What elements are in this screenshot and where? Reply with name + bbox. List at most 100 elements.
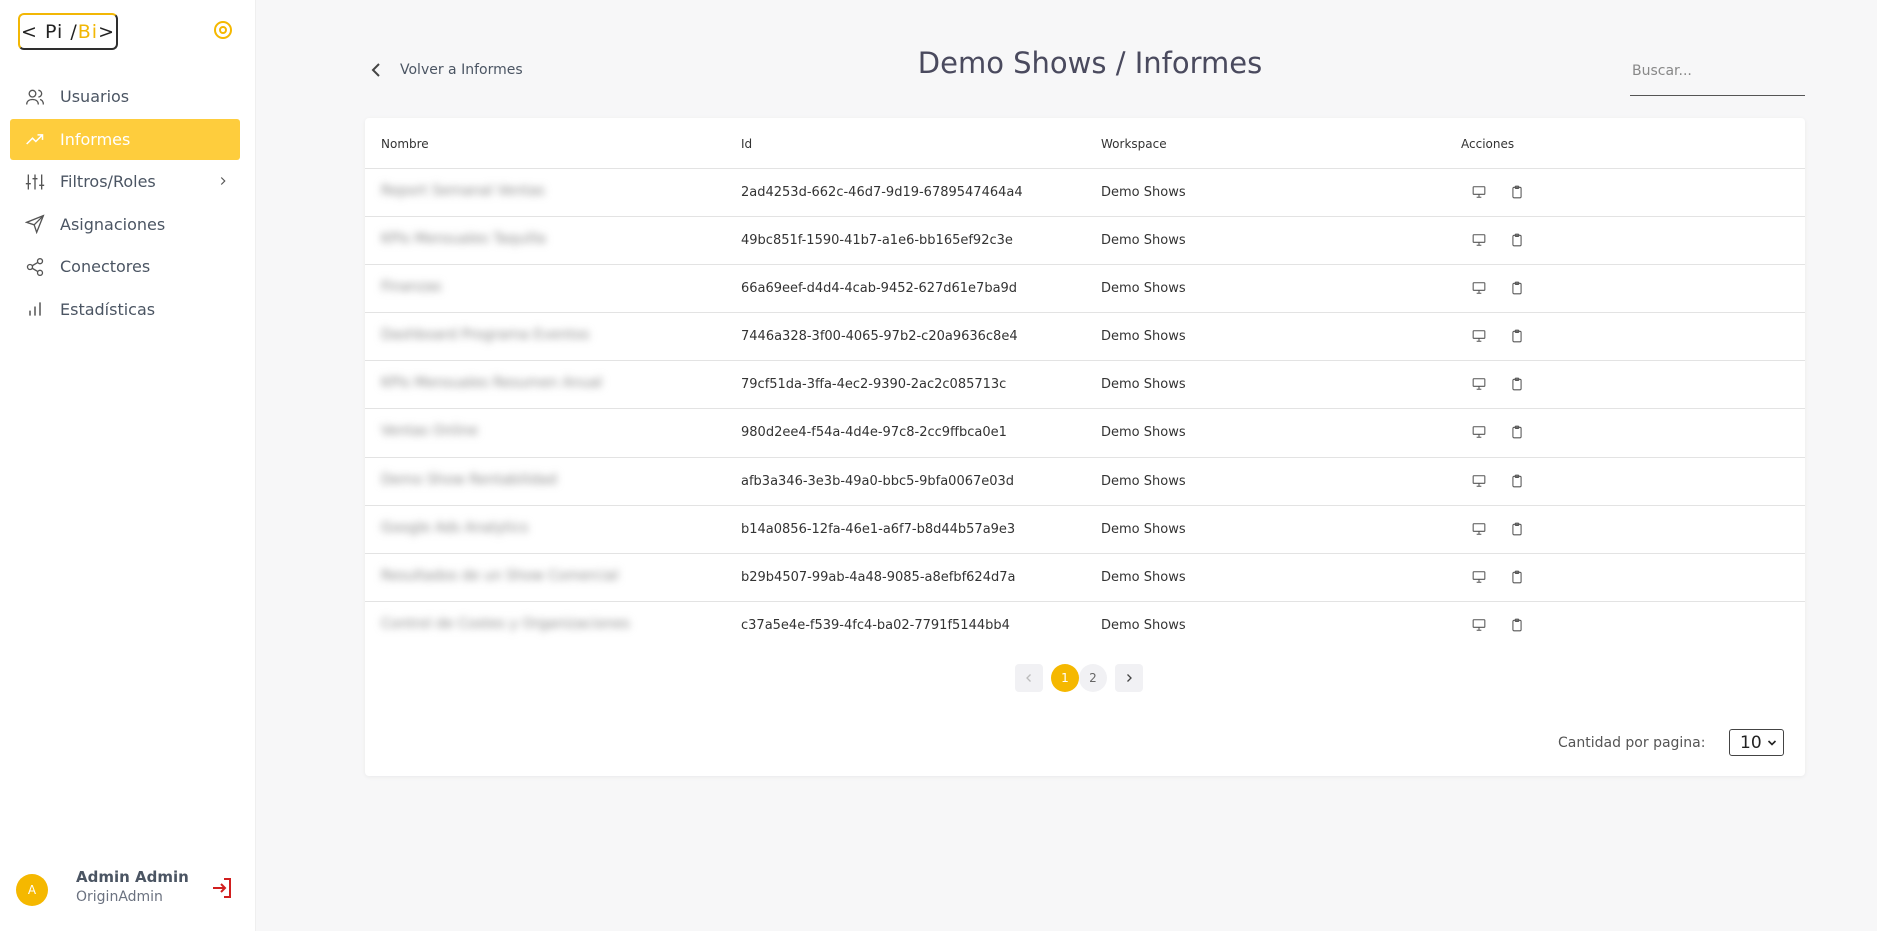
- report-id: 49bc851f-1590-41b7-a1e6-bb165ef92c3e: [741, 233, 1013, 249]
- sidebar-item-asignaciones[interactable]: Asignaciones: [10, 204, 240, 245]
- table-row[interactable]: Control de Costes y Organizaciones c37a5e…: [365, 602, 1805, 650]
- table-row[interactable]: KPIs Mensuales Taquilla 49bc851f-1590-41b…: [365, 217, 1805, 266]
- target-settings-icon[interactable]: [213, 20, 233, 40]
- clipboard-icon[interactable]: [1509, 231, 1525, 249]
- chevron-down-icon: [1767, 740, 1777, 746]
- back-to-informes-link[interactable]: Volver a Informes: [370, 62, 523, 78]
- clipboard-icon[interactable]: [1509, 616, 1525, 634]
- report-id: c37a5e4e-f539-4fc4-ba02-7791f5144bb4: [741, 617, 1010, 633]
- monitor-icon[interactable]: [1471, 616, 1487, 634]
- report-id: 79cf51da-3ffa-4ec2-9390-2ac2c085713c: [741, 377, 1007, 393]
- monitor-icon[interactable]: [1471, 231, 1487, 249]
- report-name: Finanzas: [381, 279, 442, 296]
- next-page-button[interactable]: [1115, 664, 1143, 692]
- page-2-button[interactable]: 2: [1079, 664, 1107, 692]
- table-row[interactable]: Resultados de un Show Comercial b29b4507-…: [365, 554, 1805, 602]
- sidebar-item-filtros-roles[interactable]: Filtros/Roles: [10, 161, 240, 202]
- clipboard-icon[interactable]: [1509, 568, 1525, 586]
- row-actions: [1471, 231, 1525, 249]
- sidebar-item-label: Estadísticas: [60, 299, 156, 319]
- logo-right-text: >: [98, 20, 115, 43]
- logo-bi-text: Bi: [77, 20, 99, 43]
- clipboard-icon[interactable]: [1509, 472, 1525, 490]
- per-page-select[interactable]: 10: [1729, 729, 1784, 756]
- clipboard-icon[interactable]: [1509, 423, 1525, 441]
- report-name: Ventas Online: [381, 423, 478, 440]
- monitor-icon[interactable]: [1471, 472, 1487, 490]
- sidebar-item-informes[interactable]: Informes: [10, 118, 240, 160]
- chevron-right-icon: [216, 173, 230, 192]
- sidebar-item-usuarios[interactable]: Usuarios: [10, 76, 240, 117]
- page-title: Demo Shows / Informes: [917, 46, 1263, 80]
- app-logo[interactable]: < Pi / Bi >: [18, 13, 118, 50]
- table-row[interactable]: KPIs Mensuales Resumen Anual 79cf51da-3ff…: [365, 361, 1805, 410]
- logout-icon[interactable]: [210, 876, 234, 900]
- logo-left-text: < Pi /: [21, 20, 78, 43]
- monitor-icon[interactable]: [1471, 423, 1487, 441]
- table-row[interactable]: Dashboard Programa Eventos 7446a328-3f00-…: [365, 313, 1805, 362]
- monitor-icon[interactable]: [1471, 327, 1487, 345]
- row-actions: [1471, 375, 1525, 393]
- sidebar-item-label: Informes: [60, 129, 131, 149]
- report-id: b29b4507-99ab-4a48-9085-a8efbf624d7a: [741, 569, 1016, 585]
- reports-table-card: Nombre Id Workspace Acciones Report Sema…: [365, 118, 1805, 776]
- clipboard-icon[interactable]: [1509, 183, 1525, 201]
- monitor-icon[interactable]: [1471, 279, 1487, 297]
- page-1-button[interactable]: 1: [1051, 664, 1079, 692]
- back-label: Volver a Informes: [400, 62, 523, 78]
- report-name: Resultados de un Show Comercial: [381, 567, 619, 584]
- monitor-icon[interactable]: [1471, 568, 1487, 586]
- monitor-icon[interactable]: [1471, 375, 1487, 393]
- clipboard-icon[interactable]: [1509, 327, 1525, 345]
- table-row[interactable]: Ventas Online 980d2ee4-f54a-4d4e-97c8-2cc…: [365, 409, 1805, 458]
- clipboard-icon[interactable]: [1509, 279, 1525, 297]
- report-name: Demo Show Rentabilidad: [381, 471, 557, 488]
- user-panel: A Admin Admin OriginAdmin: [16, 868, 246, 912]
- row-actions: [1471, 472, 1525, 490]
- bar-chart-icon: [24, 298, 46, 320]
- per-page-label: Cantidad por pagina:: [1558, 735, 1706, 751]
- share-icon: [24, 256, 46, 278]
- table-row[interactable]: Google Ads Analytics b14a0856-12fa-46e1-a…: [365, 506, 1805, 554]
- pagination: 1 2: [1015, 664, 1143, 692]
- report-workspace: Demo Shows: [1101, 377, 1186, 393]
- monitor-icon[interactable]: [1471, 183, 1487, 201]
- sidebar-item-label: Filtros/Roles: [60, 172, 156, 191]
- monitor-icon[interactable]: [1471, 520, 1487, 538]
- report-workspace: Demo Shows: [1101, 329, 1186, 345]
- sidebar-item-conectores[interactable]: Conectores: [10, 246, 240, 287]
- avatar[interactable]: A: [16, 874, 48, 906]
- column-header-acciones: Acciones: [1461, 137, 1515, 151]
- report-id: 7446a328-3f00-4065-97b2-c20a9636c8e4: [741, 329, 1018, 345]
- sliders-icon: [24, 171, 46, 193]
- users-icon: [24, 86, 46, 108]
- table-row[interactable]: Finanzas 66a69eef-d4d4-4cab-9452-627d61e7…: [365, 265, 1805, 314]
- report-workspace: Demo Shows: [1101, 185, 1186, 200]
- report-workspace: Demo Shows: [1101, 281, 1186, 297]
- trending-up-icon: [24, 128, 46, 150]
- report-id: 980d2ee4-f54a-4d4e-97c8-2cc9ffbca0e1: [741, 425, 1007, 441]
- table-header: Nombre Id Workspace Acciones: [365, 118, 1805, 169]
- column-header-id: Id: [741, 137, 753, 151]
- search-input[interactable]: [1630, 58, 1805, 96]
- report-id: 66a69eef-d4d4-4cab-9452-627d61e7ba9d: [741, 281, 1018, 297]
- row-actions: [1471, 568, 1525, 586]
- column-header-nombre: Nombre: [381, 137, 429, 151]
- clipboard-icon[interactable]: [1509, 375, 1525, 393]
- user-name: Admin Admin: [76, 868, 189, 886]
- sidebar-item-label: Usuarios: [60, 87, 130, 106]
- report-workspace: Demo Shows: [1101, 617, 1186, 633]
- report-workspace: Demo Shows: [1101, 425, 1186, 441]
- report-name: Control de Costes y Organizaciones: [381, 615, 630, 632]
- clipboard-icon[interactable]: [1509, 520, 1525, 538]
- report-name: Report Semanal Ventas: [381, 183, 545, 199]
- sidebar-item-estadisticas[interactable]: Estadísticas: [10, 289, 240, 330]
- table-row[interactable]: Report Semanal Ventas 2ad4253d-662c-46d7-…: [365, 169, 1805, 218]
- table-row[interactable]: Demo Show Rentabilidad afb3a346-3e3b-49a0…: [365, 458, 1805, 506]
- prev-page-button[interactable]: [1015, 664, 1043, 692]
- table-body: Report Semanal Ventas 2ad4253d-662c-46d7-…: [365, 169, 1805, 650]
- chevron-left-icon: [371, 63, 380, 77]
- sidebar: < Pi / Bi > Usuarios Informes Filtros/Ro…: [0, 0, 256, 931]
- send-icon: [24, 213, 46, 235]
- per-page-value: 10: [1740, 732, 1762, 753]
